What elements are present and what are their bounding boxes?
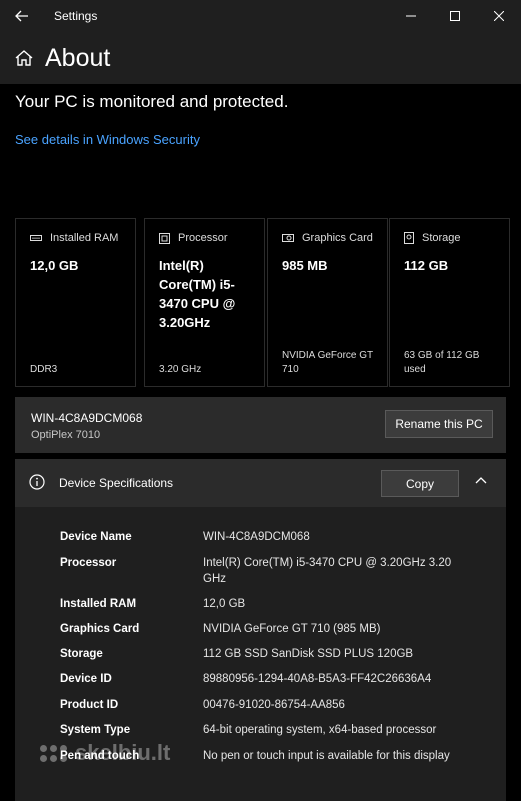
card-label: Processor: [178, 232, 228, 244]
spec-value: 00476-91020-86754-AA856: [203, 699, 345, 711]
minimize-icon: [406, 15, 416, 17]
card-footer: NVIDIA GeForce GT 710: [282, 350, 373, 375]
chevron-up-icon[interactable]: [474, 475, 488, 485]
spec-key: Storage: [60, 648, 103, 660]
card-graphics-card: Graphics Card 985 MB NVIDIA GeForce GT 7…: [267, 218, 388, 387]
page-header: About: [0, 32, 521, 84]
protection-status: Your PC is monitored and protected.: [15, 92, 289, 111]
processor-icon: [159, 232, 170, 244]
card-processor: Processor Intel(R) Core(TM) i5-3470 CPU …: [144, 218, 265, 387]
spec-value: 112 GB SSD SanDisk SSD PLUS 120GB: [203, 648, 414, 660]
home-icon[interactable]: [14, 48, 34, 68]
back-button[interactable]: [0, 0, 44, 32]
maximize-button[interactable]: [433, 0, 477, 32]
spec-value: 89880956-1294-40A8-B5A3-FF42C26636A4: [203, 673, 432, 685]
info-icon: [29, 474, 45, 490]
storage-icon: [404, 232, 414, 244]
spec-key: Graphics Card: [60, 623, 140, 635]
card-value: Intel(R) Core(TM) i5-3470 CPU @ 3.20GHz: [159, 258, 236, 330]
window-title: Settings: [54, 9, 98, 23]
close-icon: [494, 11, 504, 21]
pc-name-section: WIN-4C8A9DCM068 OptiPlex 7010 Rename thi…: [15, 397, 506, 453]
spec-value: WIN-4C8A9DCM068: [203, 531, 310, 543]
watermark-logo-icon: [40, 744, 67, 762]
title-bar: Settings: [0, 0, 521, 32]
device-specifications-header[interactable]: Device Specifications Copy: [15, 460, 506, 507]
minimize-button[interactable]: [389, 0, 433, 32]
spec-value: 12,0 GB: [203, 598, 246, 610]
spec-key: Installed RAM: [60, 598, 137, 610]
device-specifications-title: Device Specifications: [59, 476, 174, 490]
maximize-icon: [450, 11, 460, 21]
spec-value: NVIDIA GeForce GT 710 (985 MB): [203, 623, 381, 635]
watermark-text: skelbiu.lt: [75, 740, 171, 765]
pc-model: OptiPlex 7010: [31, 429, 101, 441]
card-value: 985 MB: [282, 258, 328, 273]
card-installed-ram: Installed RAM 12,0 GB DDR3: [15, 218, 136, 387]
ram-icon: [30, 234, 42, 241]
card-label: Storage: [422, 232, 461, 244]
spec-key: Device Name: [60, 531, 132, 543]
spec-key: System Type: [60, 724, 131, 736]
page-title: About: [45, 43, 111, 72]
pc-name: WIN-4C8A9DCM068: [31, 411, 143, 425]
rename-pc-button[interactable]: Rename this PC: [385, 410, 493, 438]
windows-security-link[interactable]: See details in Windows Security: [15, 132, 200, 147]
card-footer: 63 GB of 112 GB used: [404, 350, 480, 375]
back-arrow-icon: [15, 10, 28, 22]
card-value: 112 GB: [404, 258, 449, 273]
spec-value: Intel(R) Core(TM) i5-3470 CPU @ 3.20GHz …: [203, 557, 452, 585]
copy-button[interactable]: Copy: [381, 470, 459, 497]
spec-key: Processor: [60, 557, 117, 569]
spec-value: 64-bit operating system, x64-based proce…: [203, 724, 437, 736]
spec-key: Device ID: [60, 673, 112, 685]
card-label: Installed RAM: [50, 232, 119, 244]
card-label: Graphics Card: [302, 232, 373, 244]
spec-key: Product ID: [60, 699, 119, 711]
graphics-card-icon: [282, 234, 294, 242]
card-storage: Storage 112 GB 63 GB of 112 GB used: [389, 218, 510, 387]
card-footer: 3.20 GHz: [159, 364, 202, 375]
card-footer: DDR3: [30, 364, 58, 375]
close-button[interactable]: [477, 0, 521, 32]
watermark: skelbiu.lt: [40, 740, 170, 766]
card-value: 12,0 GB: [30, 258, 79, 273]
spec-value: No pen or touch input is available for t…: [203, 750, 450, 762]
summary-cards: Installed RAM 12,0 GB DDR3 Processor Int…: [15, 218, 510, 389]
